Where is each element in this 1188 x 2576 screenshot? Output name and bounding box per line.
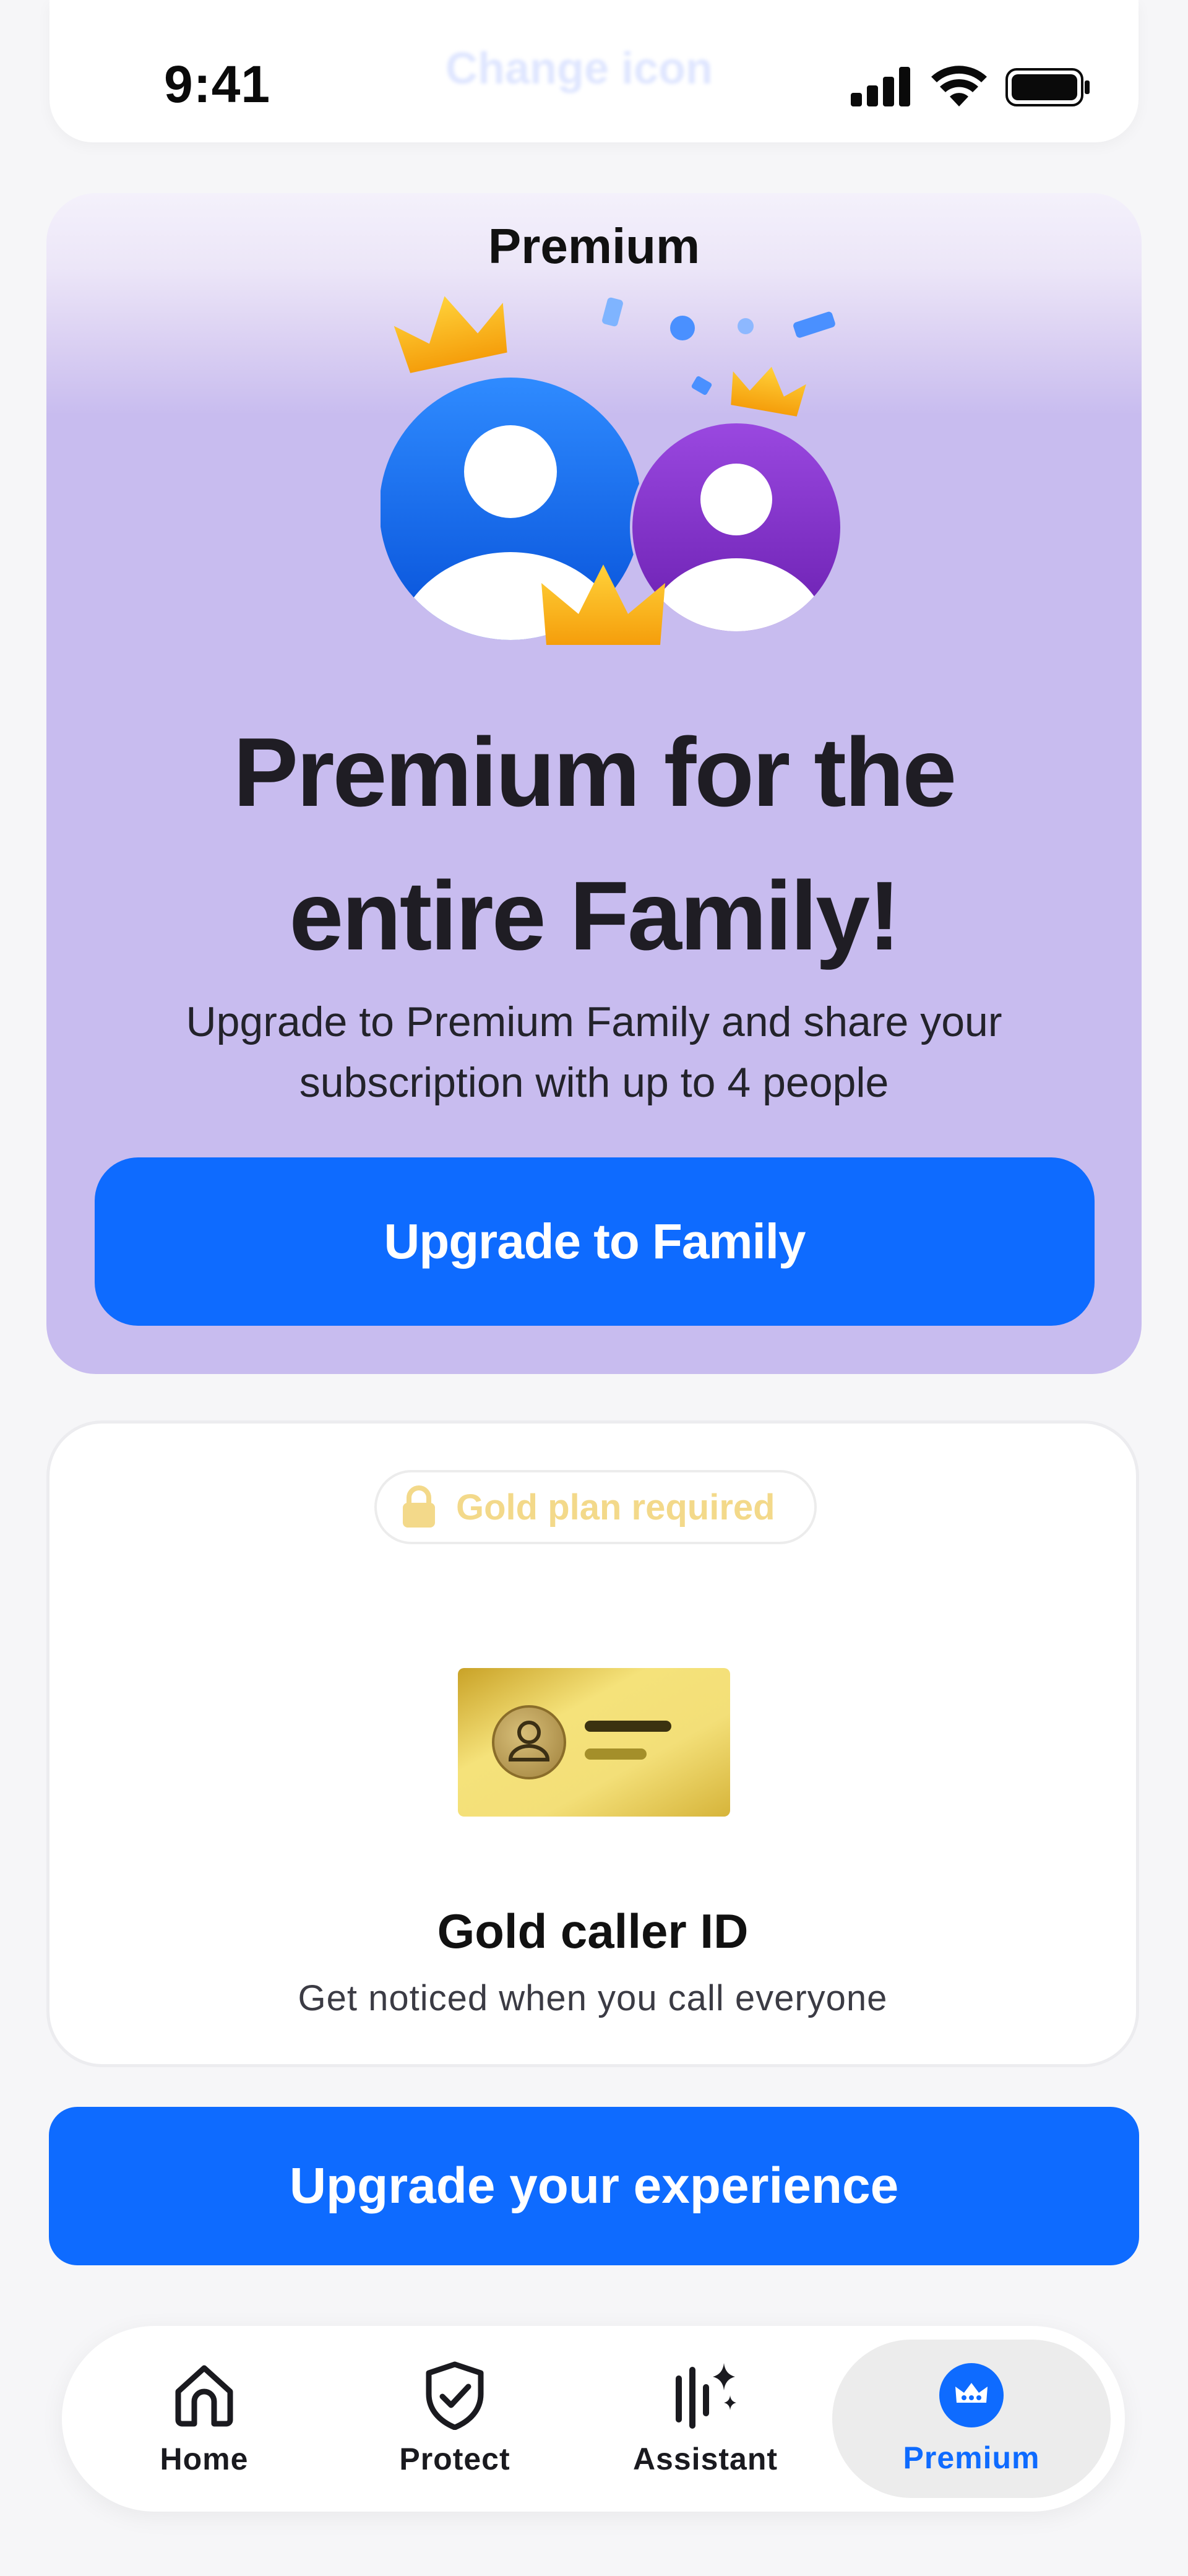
gold-id-card-icon [458, 1668, 730, 1817]
upgrade-your-experience-button[interactable]: Upgrade your experience [49, 2107, 1139, 2265]
family-avatars-illustration [381, 296, 843, 645]
hero-subtitle-line-1: Upgrade to Premium Family and share your [186, 998, 1002, 1045]
hero-subtitle: Upgrade to Premium Family and share your… [84, 992, 1104, 1113]
hero-heading-line-2: entire Family! [289, 862, 900, 970]
status-icons [851, 66, 1090, 106]
hero-heading-line-1: Premium for the [233, 718, 957, 827]
tab-assistant-label: Assistant [632, 2442, 778, 2476]
page-title: Premium [488, 218, 700, 274]
home-icon [175, 2365, 233, 2427]
tab-protect[interactable]: Protect [362, 2326, 548, 2512]
bottom-tab-bar: Home Protect Assistant Premium [62, 2326, 1125, 2512]
premium-family-hero: Premium Premium for the entire Family! U… [46, 193, 1142, 1374]
tab-premium-label: Premium [903, 2440, 1040, 2475]
gold-plan-badge: Gold plan required [374, 1470, 817, 1544]
wifi-icon [931, 66, 987, 106]
assistant-sparkle-icon [676, 2363, 736, 2429]
hero-subtitle-line-2: subscription with up to 4 people [299, 1059, 889, 1106]
lock-icon [403, 1485, 435, 1528]
ghost-header-title: Change icon [446, 44, 713, 93]
tab-premium[interactable]: Premium [832, 2340, 1111, 2498]
feature-subtitle: Get noticed when you call everyone [298, 1978, 888, 2018]
tab-assistant[interactable]: Assistant [613, 2326, 798, 2512]
status-time: 9:41 [164, 55, 271, 113]
crown-icon [731, 366, 806, 417]
tab-protect-label: Protect [399, 2442, 510, 2476]
gold-plan-badge-label: Gold plan required [456, 1487, 775, 1528]
tab-home[interactable]: Home [111, 2326, 297, 2512]
gold-caller-id-card[interactable]: Gold plan required Gold caller ID Get no… [46, 1420, 1139, 2067]
feature-title: Gold caller ID [437, 1904, 749, 1958]
upgrade-to-family-button[interactable]: Upgrade to Family [95, 1157, 1095, 1326]
crown-icon [939, 2363, 1004, 2427]
hero-heading: Premium for the entire Family! [84, 701, 1104, 988]
battery-icon [1005, 68, 1090, 106]
signal-icon [851, 67, 910, 106]
crown-icon [394, 296, 507, 373]
shield-check-icon [426, 2361, 484, 2430]
confetti-icon [602, 297, 835, 395]
tab-home-label: Home [160, 2442, 249, 2476]
